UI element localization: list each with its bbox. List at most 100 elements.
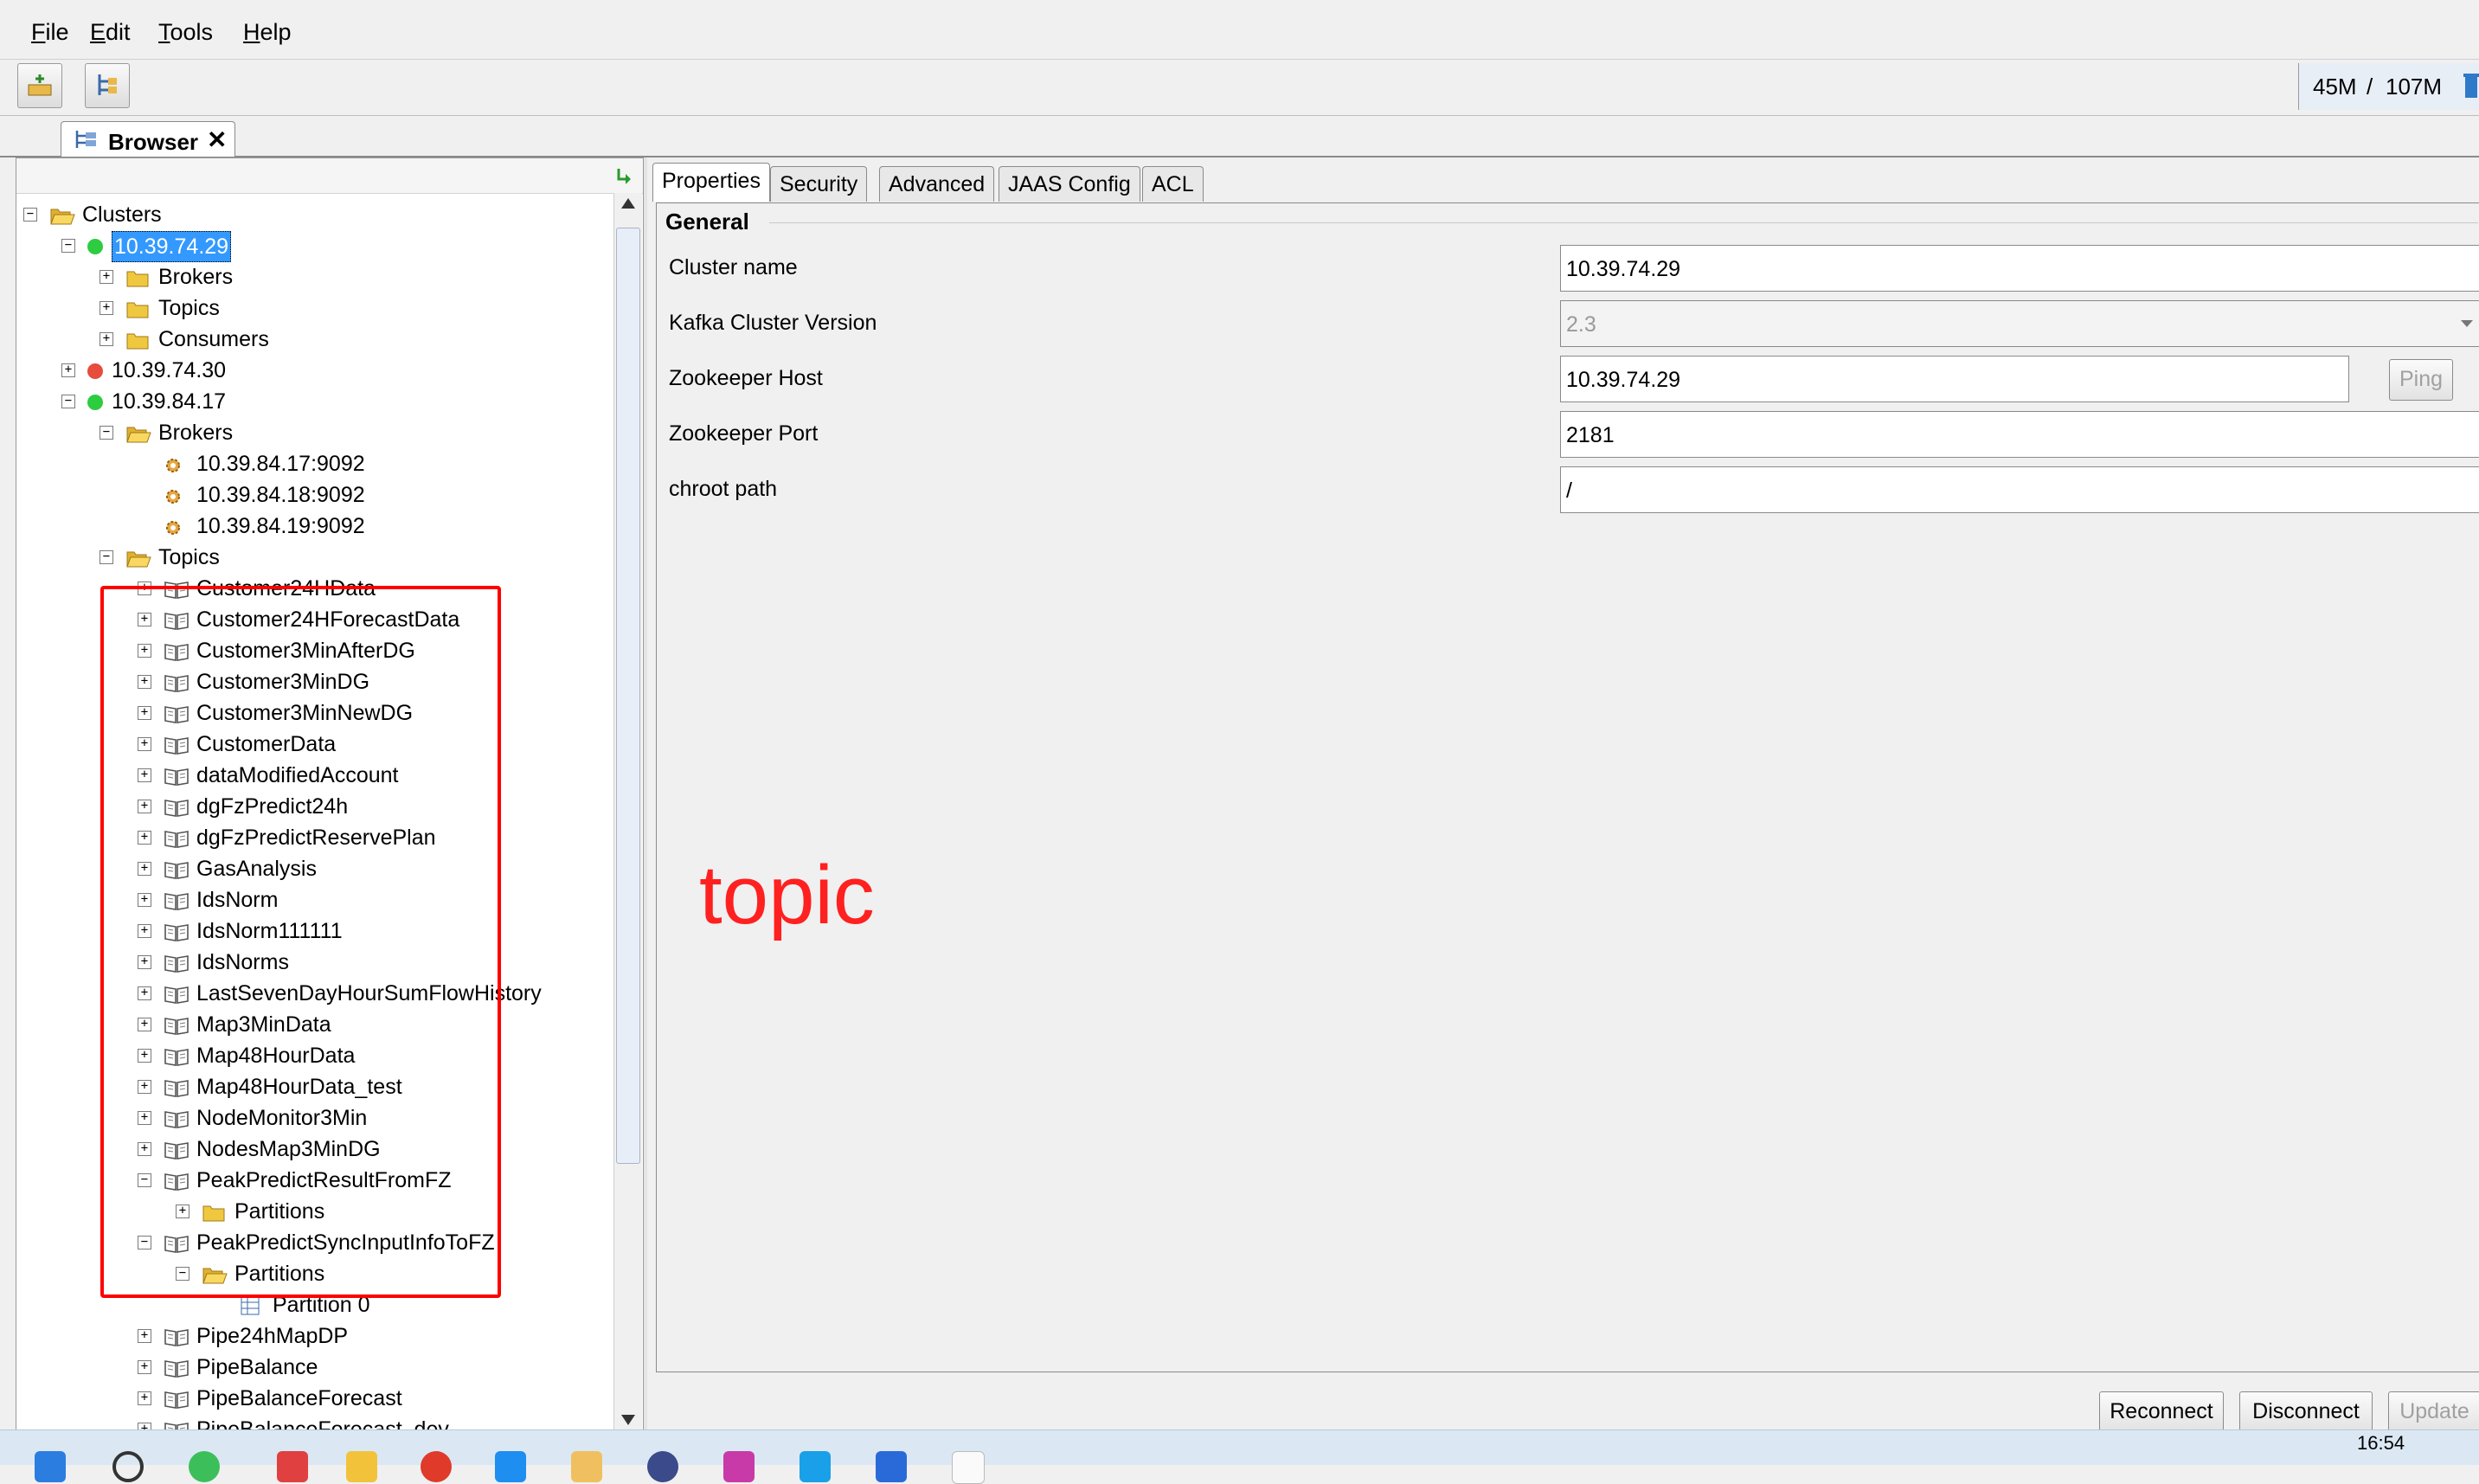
- tree-node-label: Brokers: [158, 265, 234, 289]
- tree-node-label: PipeBalance: [196, 1355, 318, 1379]
- zookeeper-port-field[interactable]: 2181: [1560, 411, 2479, 458]
- start-icon[interactable]: [35, 1451, 66, 1482]
- tree-node-folder[interactable]: + Consumers: [16, 324, 612, 354]
- tree-node-broker[interactable]: 10.39.84.17:9092: [16, 449, 612, 479]
- tree-node-topic[interactable]: + Pipe24hMapDP: [16, 1321, 612, 1351]
- tree-node-label: 10.39.74.29: [112, 231, 232, 262]
- app-icon[interactable]: [723, 1451, 755, 1482]
- tree-node-clusters[interactable]: − Clusters: [16, 200, 612, 229]
- collapse-icon[interactable]: −: [100, 426, 113, 440]
- clock: 16:54: [2357, 1432, 2405, 1454]
- zookeeper-host-field[interactable]: 10.39.74.29: [1560, 356, 2349, 402]
- tree-node-topic[interactable]: + PipeBalanceForecast: [16, 1384, 612, 1413]
- expand-icon[interactable]: +: [100, 332, 113, 346]
- broker-icon: [164, 516, 183, 545]
- collapse-icon[interactable]: −: [61, 239, 75, 253]
- tree-node-label: 10.39.84.17: [112, 389, 227, 414]
- status-dot-icon: [87, 363, 103, 379]
- tree-node-label: 10.39.84.18:9092: [196, 483, 365, 507]
- ping-button[interactable]: Ping: [2389, 359, 2453, 401]
- disconnect-button[interactable]: Disconnect: [2239, 1391, 2373, 1433]
- tree-view-button[interactable]: [85, 63, 130, 108]
- expand-icon[interactable]: +: [100, 301, 113, 315]
- expand-icon[interactable]: +: [61, 363, 75, 377]
- tree-node-cluster[interactable]: +10.39.74.30: [16, 356, 612, 385]
- scroll-down-arrow-icon[interactable]: [621, 1415, 635, 1425]
- tree-node-label: 10.39.84.19:9092: [196, 514, 365, 538]
- add-connection-button[interactable]: [17, 63, 62, 108]
- properties-content: General Cluster name 10.39.74.29 Kafka C…: [656, 202, 2479, 1372]
- tree-node-label: Topics: [158, 545, 220, 569]
- tab-properties[interactable]: Properties: [652, 163, 770, 202]
- tree-node-label: Topics: [158, 296, 220, 320]
- app-icon[interactable]: [876, 1451, 907, 1482]
- folder-icon[interactable]: [346, 1451, 377, 1482]
- tree-scrollbar[interactable]: [613, 193, 642, 1430]
- search-icon[interactable]: [112, 1451, 144, 1482]
- collapse-icon[interactable]: −: [100, 550, 113, 564]
- chroot-path-label: chroot path: [669, 477, 778, 501]
- wechat-icon[interactable]: [189, 1451, 220, 1482]
- tree-node-folder[interactable]: + Brokers: [16, 262, 612, 292]
- tree-node-broker[interactable]: 10.39.84.18:9092: [16, 480, 612, 510]
- folder-open-icon: [49, 204, 75, 234]
- tab-acl[interactable]: ACL: [1142, 166, 1204, 202]
- tab-advanced[interactable]: Advanced: [879, 166, 995, 202]
- tab-browser[interactable]: Browser ✕: [61, 121, 235, 157]
- refresh-icon[interactable]: [613, 165, 636, 188]
- tree-icon: [98, 74, 117, 95]
- tree-node-label: Pipe24hMapDP: [196, 1324, 349, 1348]
- tree-node-topic[interactable]: + PipeBalance: [16, 1352, 612, 1382]
- tree-node-label: PipeBalanceForecast: [196, 1386, 402, 1410]
- expand-icon[interactable]: +: [100, 270, 113, 284]
- partition-icon: [240, 1294, 260, 1324]
- status-dot-icon: [87, 239, 103, 254]
- expand-icon[interactable]: +: [138, 1329, 151, 1343]
- app-icon[interactable]: [495, 1451, 526, 1482]
- memory-indicator[interactable]: 45M / 107M: [2298, 63, 2479, 110]
- chevron-down-icon: [2461, 320, 2473, 327]
- folder-open-icon: [125, 547, 151, 576]
- menu-edit[interactable]: Edit: [90, 19, 131, 46]
- expand-icon[interactable]: +: [138, 1360, 151, 1374]
- collapse-icon[interactable]: −: [23, 208, 37, 222]
- folder-icon: [125, 329, 150, 358]
- browser-icon: [75, 131, 96, 148]
- chroot-path-field[interactable]: /: [1560, 466, 2479, 513]
- tree-node-label: Brokers: [158, 421, 234, 445]
- app-icon[interactable]: [277, 1451, 308, 1482]
- app-icon[interactable]: [647, 1451, 678, 1482]
- cluster-name-field[interactable]: 10.39.74.29: [1560, 245, 2479, 292]
- tab-jaas-config[interactable]: JAAS Config: [999, 166, 1140, 202]
- menu-tools[interactable]: Tools: [158, 19, 213, 46]
- tree-node-label: Consumers: [158, 327, 269, 351]
- scroll-up-arrow-icon[interactable]: [621, 198, 635, 209]
- tree-node-folder[interactable]: + Topics: [16, 293, 612, 323]
- tree-node-broker[interactable]: 10.39.84.19:9092: [16, 511, 612, 541]
- tree-node-label: 10.39.84.17:9092: [196, 452, 365, 476]
- broker-icon: [164, 453, 183, 483]
- app-icon[interactable]: [800, 1451, 831, 1482]
- trash-icon[interactable]: [2463, 72, 2479, 100]
- kafka-version-label: Kafka Cluster Version: [669, 311, 877, 335]
- tree-node-cluster[interactable]: − 10.39.84.17: [16, 387, 612, 416]
- collapse-icon[interactable]: −: [61, 395, 75, 408]
- tree-node-cluster[interactable]: − 10.39.74.29: [16, 231, 612, 262]
- folder-open-icon: [125, 422, 151, 452]
- cluster-name-label: Cluster name: [669, 255, 798, 279]
- reconnect-button[interactable]: Reconnect: [2099, 1391, 2224, 1433]
- close-icon[interactable]: ✕: [207, 125, 227, 154]
- expand-icon[interactable]: +: [138, 1391, 151, 1405]
- update-button[interactable]: Update: [2388, 1391, 2479, 1433]
- tab-security[interactable]: Security: [770, 166, 868, 202]
- section-divider: [769, 222, 2478, 223]
- tree-node-folder[interactable]: − Brokers: [16, 418, 612, 447]
- tree-node-folder[interactable]: − Topics: [16, 543, 612, 572]
- topic-icon: [164, 1388, 189, 1417]
- chrome-icon[interactable]: [421, 1451, 452, 1482]
- menu-help[interactable]: Help: [243, 19, 292, 46]
- app-icon[interactable]: [952, 1451, 985, 1484]
- app-icon[interactable]: [571, 1451, 602, 1482]
- menu-file[interactable]: File: [31, 19, 69, 46]
- scrollbar-thumb[interactable]: [616, 228, 640, 1164]
